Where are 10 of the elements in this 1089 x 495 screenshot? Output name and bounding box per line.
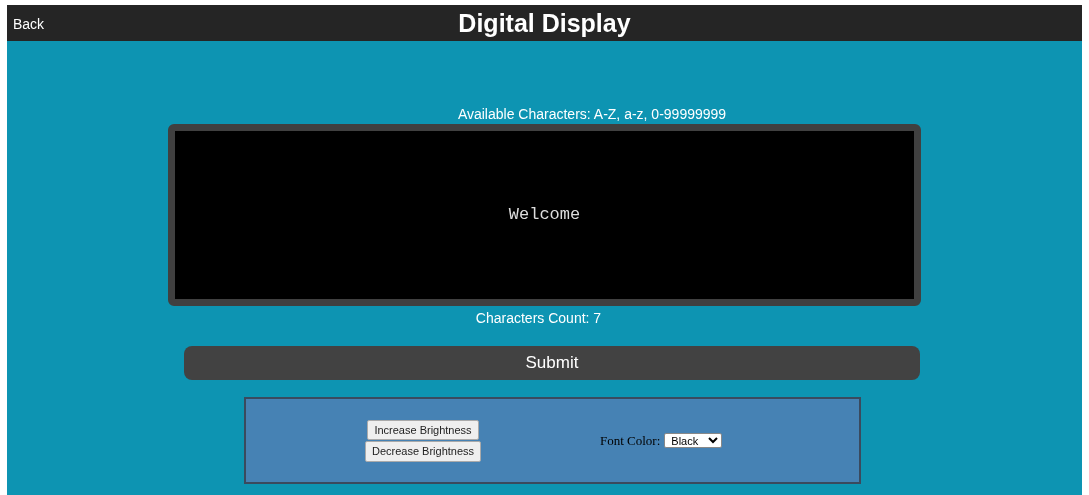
available-characters-text: Available Characters: A-Z, a-z, 0-99999999 [456,105,728,123]
font-color-select[interactable]: Black [664,433,723,448]
brightness-button[interactable]: Decrease Brightness [364,441,482,462]
font-color-label: Font Color: [600,431,661,450]
brightness-button[interactable]: Increase Brightness [367,419,479,440]
character-count-text: Characters Count: 7 [474,309,603,328]
display-text: Welcome [508,204,581,227]
page-title: Digital Display [458,8,631,39]
submit-button[interactable]: Submit [184,346,920,380]
back-link[interactable]: Back [13,14,45,35]
